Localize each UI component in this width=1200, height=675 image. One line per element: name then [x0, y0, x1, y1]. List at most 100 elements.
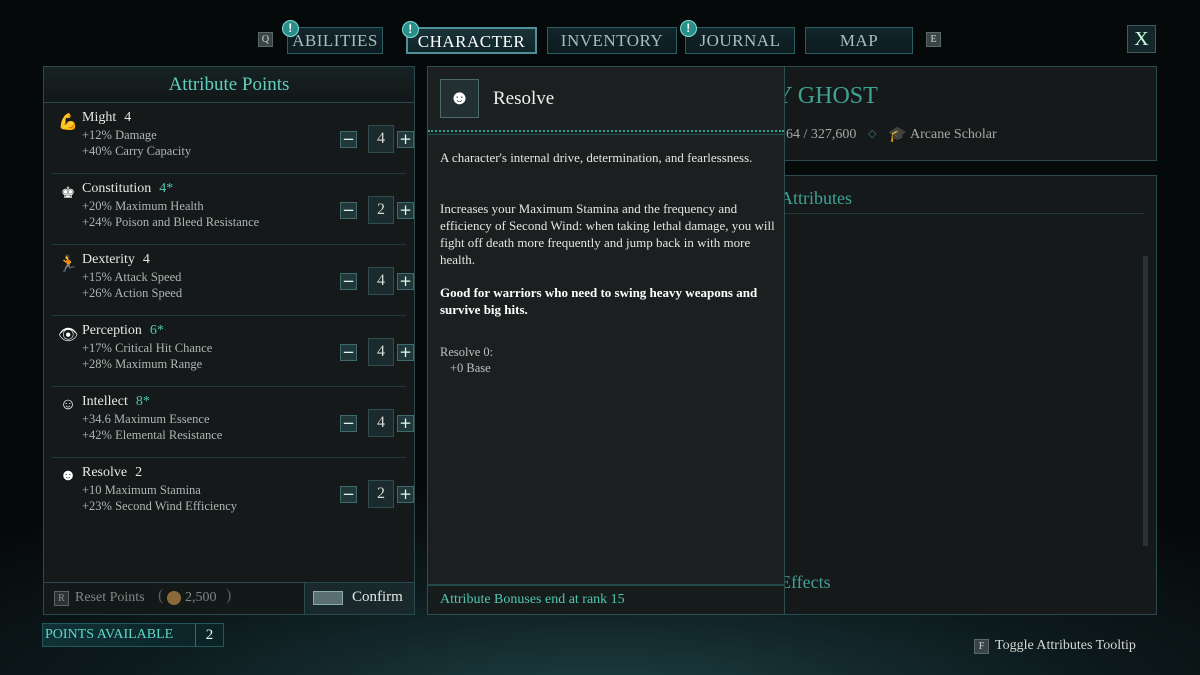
toggle-tooltip-label[interactable]: Toggle Attributes Tooltip: [995, 638, 1136, 654]
eye-icon: 👁: [58, 327, 79, 344]
attribute-name: Perception 6*: [82, 323, 164, 339]
attribute-bonus: +17% Critical Hit Chance: [82, 341, 213, 355]
spacebar-key-icon: [313, 591, 343, 605]
head-mind-icon: ☺: [59, 396, 77, 413]
attribute-points-panel: Attribute Points 💪 Might 4 +12% Damage +4…: [43, 66, 415, 615]
tab-label: INVENTORY: [560, 31, 664, 50]
attribute-name: Might 4: [82, 110, 131, 126]
allocated-points: 4: [368, 409, 394, 437]
tooltip-description: A character's internal drive, determinat…: [440, 150, 753, 165]
diamond-separator-icon: ◇: [868, 128, 877, 140]
decrease-button[interactable]: −: [340, 131, 357, 148]
alert-icon: !: [680, 20, 697, 37]
attribute-value: 8*: [135, 394, 150, 409]
attribute-bonus: +10 Maximum Stamina: [82, 483, 201, 497]
effects-title: Effects: [780, 572, 831, 592]
attribute-bonus: +28% Maximum Range: [82, 357, 203, 371]
increase-button[interactable]: +: [397, 131, 414, 148]
allocated-points: 4: [368, 267, 394, 295]
increase-button[interactable]: +: [397, 273, 414, 290]
graduation-cap-icon: 🎓: [888, 127, 907, 143]
allocated-points: 4: [368, 338, 394, 366]
confirm-button[interactable]: Confirm: [304, 583, 414, 614]
decrease-button[interactable]: −: [340, 344, 357, 361]
attribute-label: Resolve: [82, 465, 128, 480]
attribute-row-intellect: ☺ Intellect 8* +34.6 Maximum Essence +42%…: [52, 388, 414, 458]
paren: ): [226, 587, 232, 604]
tooltip-detail: Increases your Maximum Stamina and the f…: [440, 201, 775, 267]
points-available-value: 2: [195, 623, 223, 647]
running-figure-icon: 🏃: [58, 256, 78, 273]
tooltip-tip: Good for warriors who need to swing heav…: [440, 285, 758, 317]
heart-body-icon: ♚: [60, 185, 76, 202]
tab-map[interactable]: MAP: [805, 27, 913, 54]
points-available-badge: POINTS AVAILABLE 2: [42, 623, 224, 647]
reset-key: R: [54, 591, 69, 606]
toggle-key[interactable]: F: [974, 639, 989, 654]
scrollbar[interactable]: [1143, 256, 1148, 546]
decrease-button[interactable]: −: [340, 202, 357, 219]
increase-button[interactable]: +: [397, 415, 414, 432]
resolve-head-icon: ☻: [440, 79, 479, 118]
attribute-row-perception: 👁 Perception 6* +17% Critical Hit Chance …: [52, 317, 414, 387]
attribute-row-resolve: ☻ Resolve 2 +10 Maximum Stamina +23% Seco…: [52, 459, 414, 529]
allocated-points: 4: [368, 125, 394, 153]
reset-cost: 2,500: [185, 590, 217, 605]
attribute-bonus: +20% Maximum Health: [82, 199, 204, 213]
rank-label: Resolve 0:: [440, 345, 494, 359]
tooltip-title: Resolve: [493, 88, 555, 109]
attribute-name: Dexterity 4: [82, 252, 150, 268]
attribute-row-constitution: ♚ Constitution 4* +20% Maximum Health +24…: [52, 175, 414, 245]
attribute-bonus: +42% Elemental Resistance: [82, 428, 223, 442]
attribute-name: Resolve 2: [82, 465, 142, 481]
attribute-label: Perception: [82, 323, 142, 338]
coin-icon: [167, 591, 181, 605]
attribute-label: Constitution: [82, 181, 152, 196]
tab-abilities[interactable]: ! ABILITIES: [282, 20, 383, 54]
tab-label: CHARACTER: [417, 32, 526, 51]
points-available-label: POINTS AVAILABLE: [45, 627, 174, 642]
increase-button[interactable]: +: [397, 344, 414, 361]
attribute-bonus: +12% Damage: [82, 128, 157, 142]
tab-character[interactable]: ! CHARACTER: [402, 21, 537, 54]
allocated-points: 2: [368, 480, 394, 508]
tab-label: JOURNAL: [699, 31, 781, 50]
resolve-head-icon: ☻: [59, 467, 77, 484]
paren: (: [158, 587, 164, 604]
attribute-value: 2: [135, 465, 143, 480]
attribute-label: Dexterity: [82, 252, 135, 267]
flexed-arm-icon: 💪: [58, 114, 78, 131]
allocated-points: 2: [368, 196, 394, 224]
tab-journal[interactable]: ! JOURNAL: [680, 20, 795, 54]
panel-footer: R Reset Points ( 2,500 ) Confirm: [44, 582, 414, 614]
alert-icon: !: [402, 21, 419, 38]
class-name: Arcane Scholar: [910, 127, 997, 142]
tooltip-footer: Attribute Bonuses end at rank 15: [428, 584, 784, 614]
tooltip-footer-text: Attribute Bonuses end at rank 15: [440, 592, 625, 607]
decrease-button[interactable]: −: [340, 273, 357, 290]
prev-tab-key[interactable]: Q: [258, 32, 273, 47]
attribute-value: 4: [124, 110, 132, 125]
reset-label: Reset Points: [75, 590, 145, 605]
reset-points-button[interactable]: R Reset Points ( 2,500 ): [48, 585, 238, 612]
attribute-value: 4: [142, 252, 150, 267]
attribute-bonus: +40% Carry Capacity: [82, 144, 192, 158]
confirm-label: Confirm: [352, 589, 403, 605]
attribute-name: Constitution 4*: [82, 181, 173, 197]
panel-title: Attribute Points: [44, 67, 414, 103]
next-tab-key[interactable]: E: [926, 32, 941, 47]
rank-base: +0 Base: [450, 361, 491, 375]
increase-button[interactable]: +: [397, 486, 414, 503]
attribute-bonus: +15% Attack Speed: [82, 270, 182, 284]
divider: [428, 130, 784, 135]
decrease-button[interactable]: −: [340, 415, 357, 432]
attribute-row-might: 💪 Might 4 +12% Damage +40% Carry Capacity…: [52, 104, 414, 174]
increase-button[interactable]: +: [397, 202, 414, 219]
close-button[interactable]: X: [1127, 25, 1156, 53]
section-title: Attributes: [780, 188, 852, 208]
tab-inventory[interactable]: INVENTORY: [547, 27, 677, 54]
attribute-bonus: +23% Second Wind Efficiency: [82, 499, 238, 513]
xp-readout: 64 / 327,600: [786, 127, 857, 142]
attribute-label: Intellect: [82, 394, 128, 409]
decrease-button[interactable]: −: [340, 486, 357, 503]
